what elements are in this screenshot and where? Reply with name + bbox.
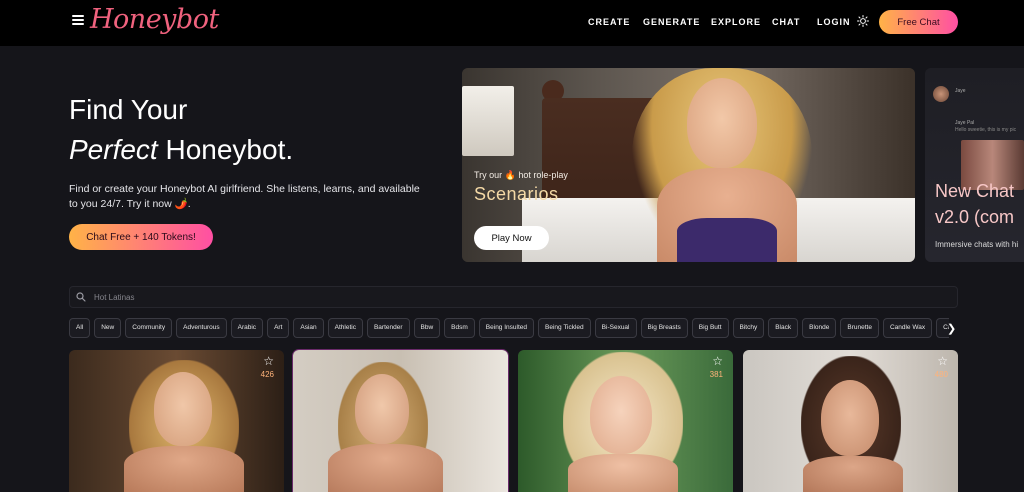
honeybot-logo[interactable]: Honeybot	[90, 4, 219, 35]
character-top	[677, 218, 777, 262]
card-character-body	[803, 456, 903, 492]
new-chat-title-line1: New Chat	[935, 181, 1015, 201]
tag-athletic[interactable]: Athletic	[327, 318, 363, 338]
favorite-star-icon[interactable]: ☆	[263, 354, 274, 368]
card-character-face	[355, 374, 409, 444]
category-tags: All New Community Adventurous Arabic Art Asian…	[69, 318, 949, 338]
new-chat-title: New Chat v2.0 (com	[935, 178, 1014, 230]
character-card[interactable]	[293, 350, 508, 492]
card-character-face	[590, 376, 652, 454]
tag-candle-wax[interactable]: Candle Wax	[882, 318, 933, 338]
hero-description: Find or create your Honeybot AI girlfrie…	[69, 183, 420, 210]
chat-free-tokens-button[interactable]: Chat Free + 140 Tokens!	[69, 224, 213, 250]
hamburger-menu-icon[interactable]	[72, 15, 84, 25]
tag-arabic[interactable]: Arabic	[230, 318, 264, 338]
scenarios-banner[interactable]: Try our 🔥 hot role-play Scenarios Play N…	[462, 68, 915, 262]
nav-generate[interactable]: GENERATE	[643, 17, 700, 27]
new-chat-banner[interactable]: Jaye Jaye Pal Hello sweetie, this is my …	[925, 68, 1024, 262]
new-chat-subtitle: Immersive chats with hi	[935, 240, 1019, 249]
character-card[interactable]: ☆ 480	[743, 350, 958, 492]
chat-preview-name: Jaye Pal	[955, 120, 975, 126]
favorite-star-icon[interactable]: ☆	[937, 354, 948, 368]
nav-chat[interactable]: CHAT	[772, 17, 800, 27]
character-card[interactable]: ☆ 381	[518, 350, 733, 492]
tag-bbw[interactable]: Bbw	[413, 318, 441, 338]
free-chat-button[interactable]: Free Chat	[879, 10, 958, 34]
like-count: 426	[260, 370, 274, 379]
character-face	[687, 78, 757, 168]
play-now-button[interactable]: Play Now	[474, 226, 549, 250]
card-character-face	[821, 380, 879, 456]
tag-adventurous[interactable]: Adventurous	[176, 318, 227, 338]
like-count: 381	[709, 370, 723, 379]
tag-new[interactable]: New	[94, 318, 122, 338]
scenarios-subtitle: Try our 🔥 hot role-play	[474, 170, 568, 180]
tag-art[interactable]: Art	[267, 318, 290, 338]
tag-big-breasts[interactable]: Big Breasts	[640, 318, 688, 338]
theme-toggle-sun-icon[interactable]	[857, 15, 869, 27]
new-chat-title-line2: v2.0 (com	[935, 207, 1015, 227]
tag-bitchy[interactable]: Bitchy	[732, 318, 765, 338]
tag-black[interactable]: Black	[768, 318, 799, 338]
lamp-shade	[462, 86, 514, 156]
tag-all[interactable]: All	[69, 318, 91, 338]
tag-bdsm[interactable]: Bdsm	[444, 318, 475, 338]
chevron-right-icon[interactable]: ❯	[947, 322, 956, 335]
tag-brunette[interactable]: Brunette	[840, 318, 879, 338]
nav-login[interactable]: LOGIN	[817, 17, 851, 27]
tag-community[interactable]: Community	[125, 318, 173, 338]
nav-create[interactable]: CREATE	[588, 17, 630, 27]
chat-avatar	[933, 86, 949, 102]
character-card[interactable]: ☆ 426	[69, 350, 284, 492]
hero-title-line1: Find Your	[69, 94, 188, 125]
hero-title-line2: Perfect Honeybot.	[69, 132, 293, 168]
favorite-star-icon[interactable]: ☆	[712, 354, 723, 368]
search-input[interactable]	[94, 288, 394, 306]
card-character-body	[568, 454, 678, 492]
nav-explore[interactable]: EXPLORE	[711, 17, 761, 27]
like-count: 480	[934, 370, 948, 379]
scenarios-title: Scenarios	[474, 184, 559, 204]
search-icon	[76, 292, 86, 302]
chat-preview-message: Hello sweetie, this is my pic	[955, 127, 1017, 133]
tag-bartender[interactable]: Bartender	[366, 318, 410, 338]
card-character-body	[124, 446, 244, 492]
hero-title-rest: Honeybot.	[157, 134, 294, 165]
tag-bi-sexual[interactable]: Bi-Sexual	[594, 318, 637, 338]
tag-being-insulted[interactable]: Being Insulted	[478, 318, 534, 338]
chat-name: Jaye	[955, 88, 966, 94]
tag-asian[interactable]: Asian	[293, 318, 324, 338]
card-character-face	[154, 372, 212, 446]
banner-character-image	[632, 68, 812, 262]
tag-blonde[interactable]: Blonde	[802, 318, 837, 338]
hero-title-italic: Perfect	[69, 134, 158, 165]
tag-big-butt[interactable]: Big Butt	[691, 318, 729, 338]
card-character-body	[328, 444, 443, 492]
tag-being-tickled[interactable]: Being Tickled	[538, 318, 591, 338]
